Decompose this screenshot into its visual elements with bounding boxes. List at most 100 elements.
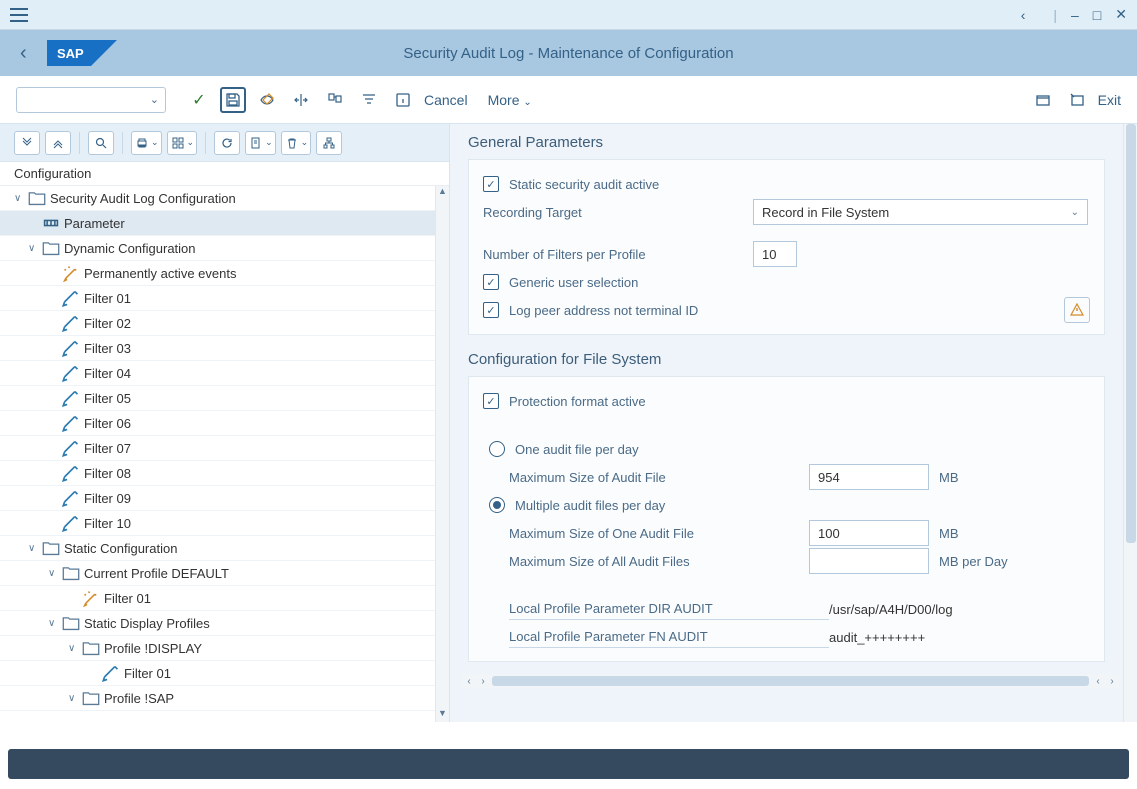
search-icon[interactable] <box>88 131 114 155</box>
tree-item-label: Filter 01 <box>104 591 151 606</box>
tree-item-icon <box>62 439 80 457</box>
tree-node[interactable]: Filter 01 <box>0 286 449 311</box>
tree-toggle-icon[interactable]: ∨ <box>28 243 42 254</box>
scroll-left-icon[interactable]: ‹ <box>1091 676 1105 687</box>
tree-item-label: Profile !SAP <box>104 691 174 706</box>
max-audit-input[interactable]: 954 <box>809 464 929 490</box>
unit-mb: MB <box>939 470 959 485</box>
tree-item-label: Security Audit Log Configuration <box>50 191 236 206</box>
one-per-day-label: One audit file per day <box>515 442 639 457</box>
refresh-icon[interactable] <box>214 131 240 155</box>
create-icon[interactable]: ⌄ <box>245 131 276 155</box>
tree-toggle-icon[interactable]: ∨ <box>68 693 82 704</box>
tree-toggle-icon[interactable]: ∨ <box>68 643 82 654</box>
protection-checkbox[interactable]: ✓ <box>483 393 499 409</box>
tree-item-icon <box>82 589 100 607</box>
one-per-day-radio[interactable] <box>489 441 505 457</box>
divider: | <box>1053 7 1057 23</box>
tree-toggle-icon[interactable]: ∨ <box>48 618 62 629</box>
tree-node[interactable]: Filter 01 <box>0 661 449 686</box>
filter-icon[interactable] <box>356 87 382 113</box>
tree-node[interactable]: Filter 08 <box>0 461 449 486</box>
scroll-down-icon[interactable]: ▼ <box>436 708 449 722</box>
tree-node[interactable]: ∨ Profile !DISPLAY <box>0 636 449 661</box>
compare-icon[interactable] <box>288 87 314 113</box>
tree-node[interactable]: ∨ Current Profile DEFAULT <box>0 561 449 586</box>
info-icon[interactable] <box>390 87 416 113</box>
close-window-icon[interactable] <box>1064 87 1090 113</box>
sap-logo: SAP <box>47 40 117 66</box>
maximize-icon[interactable]: □ <box>1093 7 1101 23</box>
menu-icon[interactable] <box>10 8 28 22</box>
tree-item-label: Profile !DISPLAY <box>104 641 202 656</box>
main-area: ⌄ ⌄ ⌄ ⌄ Configuration ∨Secu <box>0 124 1137 722</box>
multi-per-day-label: Multiple audit files per day <box>515 498 665 513</box>
tree-toggle-icon[interactable]: ∨ <box>48 568 62 579</box>
hierarchy-icon[interactable] <box>316 131 342 155</box>
tree-node[interactable]: Permanently active events <box>0 261 449 286</box>
close-icon[interactable]: ✕ <box>1115 6 1127 23</box>
tree-item-icon <box>62 364 80 382</box>
tree-toggle-icon[interactable]: ∨ <box>14 193 28 204</box>
left-panel: ⌄ ⌄ ⌄ ⌄ Configuration ∨Secu <box>0 124 450 722</box>
scroll-right-icon[interactable]: › <box>1105 676 1119 687</box>
prev-icon[interactable]: ‹ <box>1021 7 1026 23</box>
horizontal-scrollbar[interactable]: ‹ › ‹ › <box>462 674 1119 688</box>
tree-node[interactable]: ∨ Security Audit Log Configuration <box>0 186 449 211</box>
tree-node[interactable]: ∨Dynamic Configuration <box>0 236 449 261</box>
tree-scrollbar[interactable]: ▲ ▼ <box>435 186 449 722</box>
tree-node[interactable]: Parameter <box>0 211 449 236</box>
layout-icon[interactable]: ⌄ <box>167 131 198 155</box>
tree-node[interactable]: Filter 02 <box>0 311 449 336</box>
tree-node[interactable]: Filter 01 <box>0 586 449 611</box>
tree-node[interactable]: ∨ Profile !SAP <box>0 686 449 711</box>
log-peer-checkbox[interactable]: ✓ <box>483 302 499 318</box>
max-all-input[interactable] <box>809 548 929 574</box>
tree-node[interactable]: Filter 07 <box>0 436 449 461</box>
cancel-button[interactable]: Cancel <box>424 92 468 108</box>
num-filters-input[interactable]: 10 <box>753 241 797 267</box>
tree-node[interactable]: Filter 10 <box>0 511 449 536</box>
exit-button[interactable]: Exit <box>1098 92 1121 108</box>
tree-node[interactable]: Filter 03 <box>0 336 449 361</box>
expand-all-icon[interactable] <box>14 131 40 155</box>
static-active-label: Static security audit active <box>509 177 659 192</box>
accept-icon[interactable]: ✓ <box>186 87 212 113</box>
multi-per-day-radio[interactable] <box>489 497 505 513</box>
tree-item-label: Filter 07 <box>84 441 131 456</box>
tree-item-icon <box>62 289 80 307</box>
max-one-input[interactable]: 100 <box>809 520 929 546</box>
recording-target-select[interactable]: Record in File System ⌄ <box>753 199 1088 225</box>
collapse-all-icon[interactable] <box>45 131 71 155</box>
warning-icon[interactable] <box>1064 297 1090 323</box>
tree-item-icon <box>42 239 60 257</box>
content-scrollbar[interactable] <box>1123 124 1137 722</box>
tree-item-label: Current Profile DEFAULT <box>84 566 229 581</box>
tree-node[interactable]: Filter 06 <box>0 411 449 436</box>
delete-icon[interactable]: ⌄ <box>281 131 312 155</box>
tree-node[interactable]: ∨Static Display Profiles <box>0 611 449 636</box>
tree-node[interactable]: Filter 09 <box>0 486 449 511</box>
scroll-right-icon[interactable]: › <box>476 676 490 687</box>
tree-node[interactable]: ∨Static Configuration <box>0 536 449 561</box>
tree-node[interactable]: Filter 05 <box>0 386 449 411</box>
scroll-up-icon[interactable]: ▲ <box>436 186 449 200</box>
display-change-icon[interactable] <box>254 87 280 113</box>
save-icon[interactable] <box>220 87 246 113</box>
tree-item-icon <box>28 189 46 207</box>
distribute-icon[interactable] <box>322 87 348 113</box>
command-field[interactable]: ⌄ <box>16 87 166 113</box>
print-icon[interactable]: ⌄ <box>131 131 162 155</box>
scroll-left-icon[interactable]: ‹ <box>462 676 476 687</box>
more-button[interactable]: More ⌄ <box>488 92 532 108</box>
tree-item-icon <box>62 339 80 357</box>
tree-toggle-icon[interactable]: ∨ <box>28 543 42 554</box>
new-window-icon[interactable] <box>1030 87 1056 113</box>
generic-user-checkbox[interactable]: ✓ <box>483 274 499 290</box>
static-active-checkbox[interactable]: ✓ <box>483 176 499 192</box>
minimize-icon[interactable]: – <box>1071 7 1079 23</box>
tree-item-icon <box>62 264 80 282</box>
tree-node[interactable]: Filter 04 <box>0 361 449 386</box>
back-button[interactable]: ‹ <box>20 42 27 65</box>
chevron-down-icon: ⌄ <box>150 93 159 106</box>
